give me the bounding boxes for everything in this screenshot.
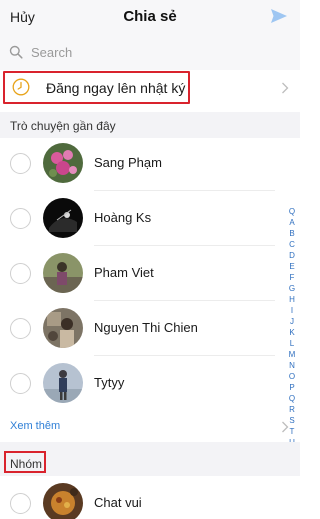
select-radio[interactable] bbox=[10, 208, 31, 229]
avatar bbox=[43, 253, 83, 293]
index-letter[interactable]: P bbox=[287, 382, 297, 393]
groups-section-label: Nhóm bbox=[10, 457, 43, 471]
select-radio[interactable] bbox=[10, 153, 31, 174]
contact-name: Pham Viet bbox=[94, 265, 154, 280]
index-letter[interactable]: E bbox=[287, 261, 297, 272]
search-box[interactable] bbox=[6, 42, 294, 62]
index-letter[interactable]: H bbox=[287, 294, 297, 305]
select-radio[interactable] bbox=[10, 373, 31, 394]
index-letter[interactable]: L bbox=[287, 338, 297, 349]
chevron-right-icon bbox=[282, 82, 289, 94]
post-to-diary-label: Đăng ngay lên nhật ký bbox=[46, 80, 186, 96]
group-row[interactable]: Chat vui bbox=[0, 476, 275, 519]
groups-section-header: Nhóm bbox=[0, 442, 300, 476]
index-letter[interactable]: D bbox=[287, 250, 297, 261]
cancel-button[interactable]: Hủy bbox=[10, 9, 35, 25]
index-letter[interactable]: N bbox=[287, 360, 297, 371]
index-letter[interactable]: K bbox=[287, 327, 297, 338]
recent-section-label: Trò chuyện gần đây bbox=[10, 119, 116, 133]
post-to-diary-row[interactable]: Đăng ngay lên nhật ký bbox=[3, 70, 297, 106]
index-letter[interactable]: Q bbox=[287, 393, 297, 404]
clock-icon bbox=[12, 78, 30, 96]
contact-name: Tytyy bbox=[94, 375, 125, 390]
select-radio[interactable] bbox=[10, 493, 31, 514]
group-name: Chat vui bbox=[94, 495, 142, 510]
nav-header: Hủy Chia sẻ bbox=[0, 0, 300, 34]
index-letter[interactable]: F bbox=[287, 272, 297, 283]
recent-section-header: Trò chuyện gần đây bbox=[0, 112, 300, 138]
index-letter[interactable]: C bbox=[287, 239, 297, 250]
index-letter[interactable]: G bbox=[287, 283, 297, 294]
send-arrow-icon[interactable] bbox=[270, 8, 288, 24]
see-more-row[interactable]: Xem thêm bbox=[0, 412, 300, 442]
avatar bbox=[43, 143, 83, 183]
select-radio[interactable] bbox=[10, 318, 31, 339]
index-letter[interactable]: A bbox=[287, 217, 297, 228]
contact-row[interactable]: Nguyen Thi Chien bbox=[0, 301, 275, 356]
page-title: Chia sẻ bbox=[123, 8, 177, 25]
contact-name: Nguyen Thi Chien bbox=[94, 320, 198, 335]
see-more-link[interactable]: Xem thêm bbox=[10, 420, 60, 432]
avatar bbox=[43, 308, 83, 348]
index-letter[interactable]: J bbox=[287, 316, 297, 327]
index-letter[interactable]: Q bbox=[287, 206, 297, 217]
select-radio[interactable] bbox=[10, 263, 31, 284]
contact-name: Sang Phạm bbox=[94, 155, 162, 170]
chevron-right-icon bbox=[282, 421, 289, 433]
index-letter[interactable]: O bbox=[287, 371, 297, 382]
avatar bbox=[43, 198, 83, 238]
contact-row[interactable]: Pham Viet bbox=[0, 246, 275, 301]
contact-name: Hoàng Ks bbox=[94, 210, 152, 225]
search-icon bbox=[9, 45, 23, 59]
avatar bbox=[43, 483, 83, 519]
index-letter[interactable]: I bbox=[287, 305, 297, 316]
search-bar bbox=[0, 34, 300, 70]
index-letter[interactable]: M bbox=[287, 349, 297, 360]
search-input[interactable] bbox=[31, 44, 271, 60]
avatar bbox=[43, 363, 83, 403]
index-letter[interactable]: B bbox=[287, 228, 297, 239]
contact-row[interactable]: Hoàng Ks bbox=[0, 191, 275, 246]
contact-row[interactable]: Tytyy bbox=[0, 356, 275, 411]
contact-row[interactable]: Sang Phạm bbox=[0, 136, 275, 191]
